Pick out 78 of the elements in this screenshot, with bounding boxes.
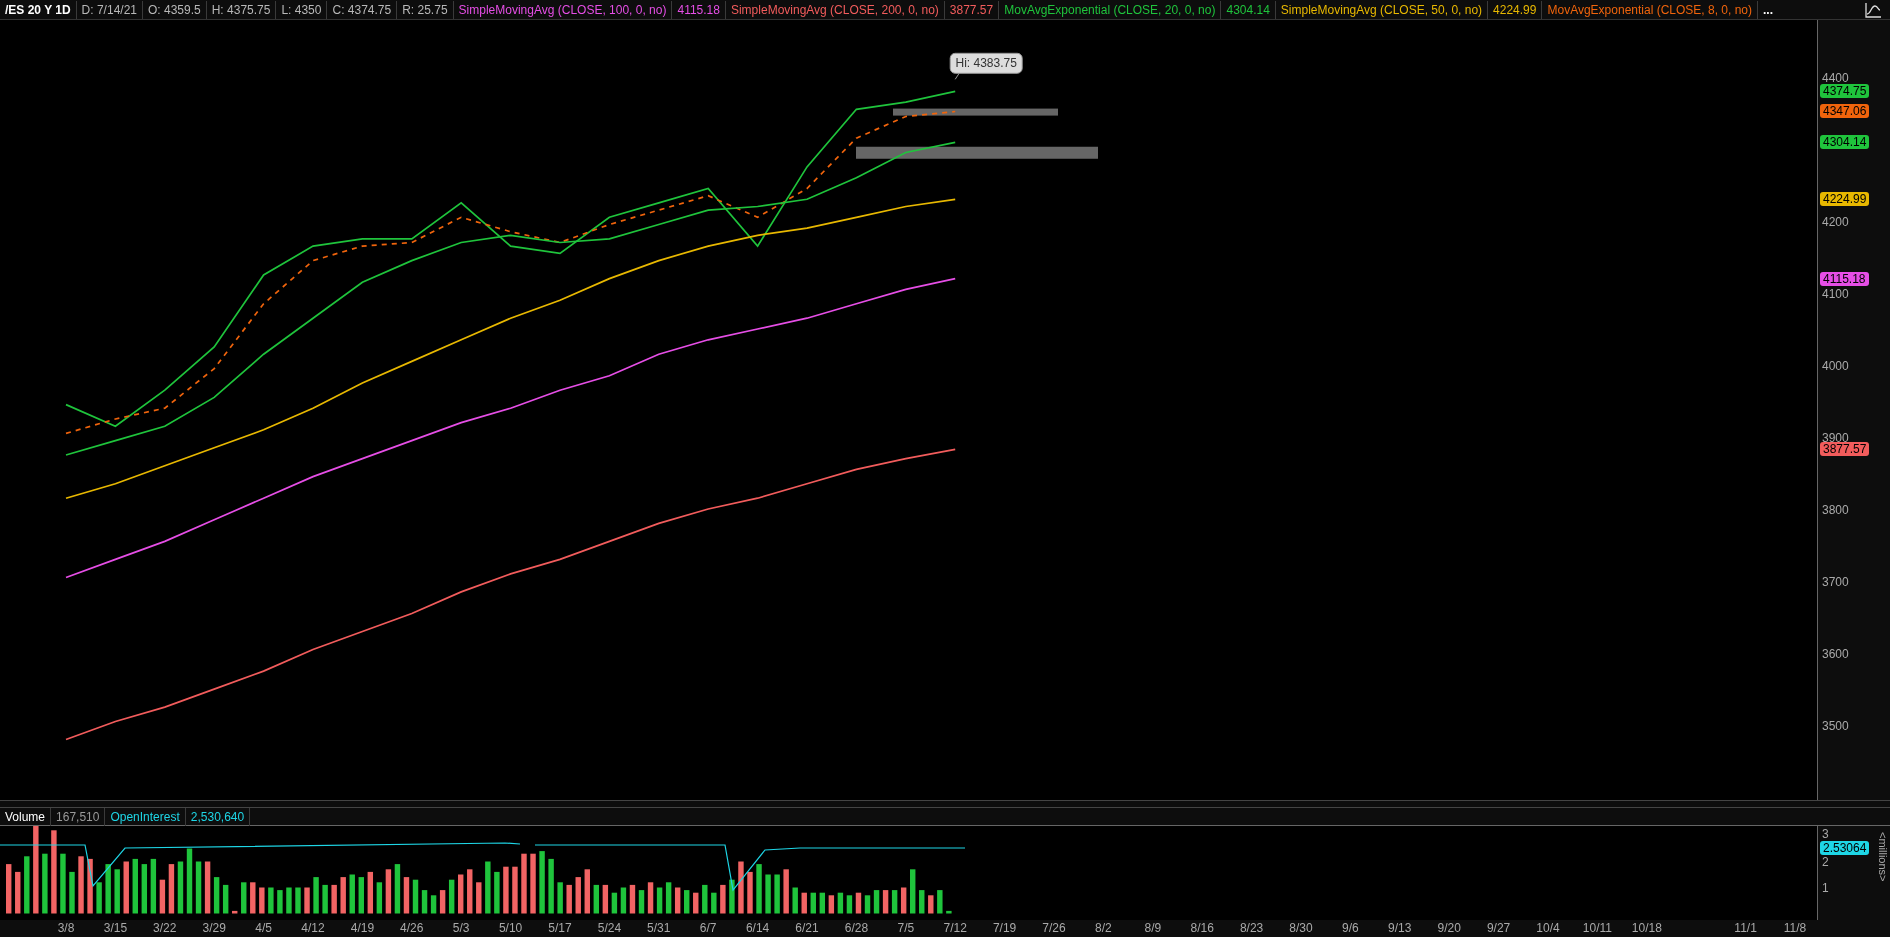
study-label[interactable]: SimpleMovingAvg (CLOSE, 50, 0, no) bbox=[1275, 0, 1489, 19]
date-label: 9/27 bbox=[1485, 921, 1512, 935]
header-value: L: 4350 bbox=[276, 0, 328, 19]
date-label: 10/4 bbox=[1535, 921, 1561, 935]
legend-label: 2,530,640 bbox=[185, 807, 251, 826]
header-value: C: 4374.75 bbox=[327, 0, 398, 19]
date-label: 4/5 bbox=[254, 921, 273, 935]
legend-label: Volume bbox=[0, 807, 52, 826]
axis-tick-label: 2 bbox=[1822, 856, 1829, 868]
axis-tick-label: 3700 bbox=[1822, 574, 1849, 591]
study-label[interactable]: MovAvgExponential (CLOSE, 8, 0, no) bbox=[1542, 0, 1759, 19]
date-label: 3/15 bbox=[102, 921, 129, 935]
date-label: 7/26 bbox=[1041, 921, 1067, 935]
axis-tick-label: 3800 bbox=[1822, 502, 1849, 519]
date-label: 10/18 bbox=[1630, 921, 1663, 935]
date-label: 7/12 bbox=[942, 921, 968, 935]
study-label[interactable]: SimpleMovingAvg (CLOSE, 100, 0, no) bbox=[453, 0, 673, 19]
symbol-label: /ES 20 Y 1D bbox=[0, 0, 77, 19]
axis-tick-label: 4100 bbox=[1822, 286, 1849, 303]
value-badge: 4374.75 bbox=[1820, 84, 1870, 99]
date-label: 5/17 bbox=[547, 921, 573, 935]
date-label: 4/12 bbox=[300, 921, 326, 935]
value-badge: 4347.06 bbox=[1820, 104, 1870, 119]
date-label: 11/8 bbox=[1782, 921, 1808, 935]
date-label: 5/24 bbox=[596, 921, 623, 935]
date-label: 3/8 bbox=[56, 921, 76, 935]
date-label: 5/10 bbox=[497, 921, 524, 935]
date-label: 6/21 bbox=[794, 921, 820, 935]
date-label: 5/3 bbox=[451, 921, 471, 935]
date-label: 8/9 bbox=[1143, 921, 1163, 935]
date-label: 8/23 bbox=[1238, 921, 1265, 935]
axis-tick-label: 3600 bbox=[1822, 646, 1849, 663]
value-badge: 3877.57 bbox=[1820, 442, 1870, 457]
axis-unit-label: <millions> bbox=[1877, 832, 1889, 882]
header-value: D: 7/14/21 bbox=[76, 0, 143, 19]
value-badge: 2.53064 bbox=[1820, 841, 1870, 855]
header-value: O: 4359.5 bbox=[143, 0, 207, 19]
value-badge: 4224.99 bbox=[1820, 192, 1870, 207]
header-value: 4304.14 bbox=[1221, 0, 1276, 19]
header-value: 3877.57 bbox=[944, 0, 1000, 19]
date-label: 5/31 bbox=[646, 921, 672, 935]
date-label: 7/5 bbox=[896, 921, 916, 935]
axis-tick-label: 4000 bbox=[1822, 358, 1849, 375]
annotation: Hi: 4383.75 bbox=[955, 56, 1018, 71]
header-value: 4224.99 bbox=[1488, 0, 1543, 19]
date-label: 4/26 bbox=[399, 921, 425, 935]
date-label: 3/22 bbox=[152, 921, 178, 935]
high-callout: Hi: 4383.75 bbox=[949, 52, 1023, 80]
study-label[interactable]: MovAvgExponential (CLOSE, 20, 0, no) bbox=[999, 0, 1222, 19]
date-label: 8/2 bbox=[1094, 921, 1113, 935]
date-label: 6/28 bbox=[843, 921, 870, 935]
date-label: 6/7 bbox=[698, 921, 718, 935]
date-label: 11/1 bbox=[1733, 921, 1758, 935]
date-label: 8/30 bbox=[1288, 921, 1314, 935]
axis-tick-label: 4400 bbox=[1822, 70, 1849, 86]
header-value: H: 4375.75 bbox=[206, 0, 277, 19]
axis-tick-label: 3500 bbox=[1822, 718, 1849, 735]
axis-tick-label: 1 bbox=[1822, 882, 1829, 894]
date-label: 10/11 bbox=[1581, 921, 1613, 935]
value-badge: 4115.18 bbox=[1820, 271, 1869, 286]
axis-tick-label: 3 bbox=[1822, 828, 1829, 840]
date-label: 9/13 bbox=[1387, 921, 1413, 935]
more-button[interactable]: ... bbox=[1758, 0, 1779, 19]
axis-tick-label: 4200 bbox=[1822, 214, 1849, 231]
date-label: 7/19 bbox=[991, 921, 1018, 935]
value-badge: 4304.14 bbox=[1820, 135, 1870, 150]
study-label[interactable]: SimpleMovingAvg (CLOSE, 200, 0, no) bbox=[725, 0, 945, 19]
date-label: 6/14 bbox=[744, 921, 771, 935]
date-label: 8/16 bbox=[1189, 921, 1215, 935]
date-label: 9/20 bbox=[1436, 921, 1462, 935]
date-label: 4/19 bbox=[349, 921, 376, 935]
header-value: 4115.18 bbox=[672, 0, 726, 19]
date-label: 3/29 bbox=[201, 921, 227, 935]
header-value: R: 25.75 bbox=[397, 0, 454, 19]
date-label: 9/6 bbox=[1341, 921, 1360, 935]
curve-icon[interactable] bbox=[1864, 1, 1882, 18]
legend-label: 167,510 bbox=[51, 807, 106, 826]
legend-label: OpenInterest bbox=[105, 807, 186, 826]
